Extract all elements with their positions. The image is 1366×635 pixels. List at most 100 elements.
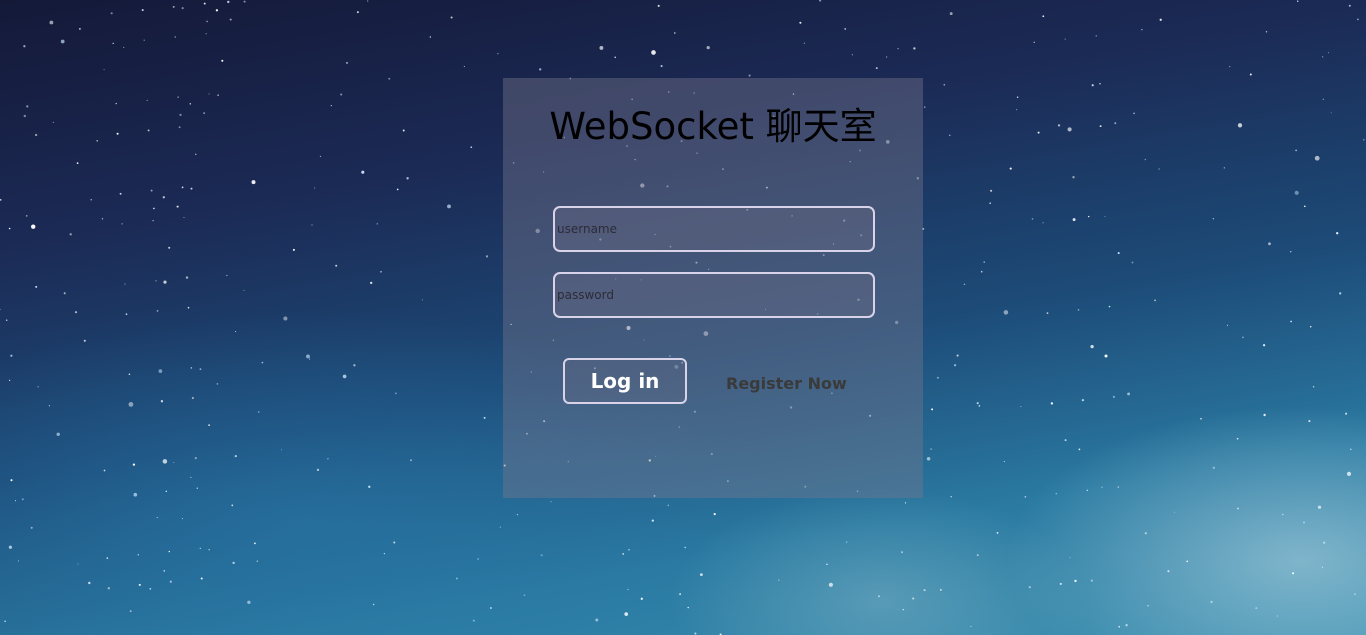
username-input[interactable] bbox=[553, 206, 875, 252]
star bbox=[361, 170, 365, 174]
star bbox=[395, 392, 397, 395]
star bbox=[340, 93, 343, 96]
star bbox=[169, 580, 172, 583]
star bbox=[1357, 18, 1359, 21]
star bbox=[1131, 261, 1134, 264]
star bbox=[1173, 511, 1175, 513]
star bbox=[1303, 521, 1305, 524]
star bbox=[393, 541, 396, 544]
login-button[interactable]: Log in bbox=[563, 358, 687, 404]
star bbox=[168, 246, 171, 249]
star bbox=[48, 405, 51, 407]
star bbox=[31, 224, 36, 229]
star bbox=[931, 408, 934, 411]
star bbox=[1104, 354, 1108, 358]
star bbox=[447, 204, 451, 209]
star bbox=[1077, 309, 1080, 311]
star bbox=[1363, 138, 1365, 141]
star bbox=[150, 189, 153, 192]
star bbox=[694, 632, 697, 635]
star bbox=[1016, 96, 1019, 99]
star bbox=[1314, 155, 1320, 161]
star bbox=[1268, 242, 1271, 246]
star bbox=[316, 468, 320, 472]
star bbox=[155, 280, 157, 282]
star bbox=[1265, 31, 1268, 33]
star bbox=[156, 517, 158, 519]
star bbox=[1067, 127, 1072, 132]
star bbox=[989, 202, 992, 205]
star bbox=[1290, 320, 1292, 323]
star bbox=[489, 607, 492, 609]
star bbox=[1346, 471, 1352, 476]
star bbox=[96, 139, 99, 142]
star bbox=[1317, 505, 1322, 509]
star bbox=[1091, 84, 1094, 87]
star bbox=[483, 416, 486, 419]
star bbox=[1212, 466, 1215, 469]
star bbox=[116, 132, 119, 135]
star bbox=[152, 220, 154, 222]
star bbox=[913, 47, 916, 50]
star bbox=[178, 126, 181, 129]
star bbox=[0, 199, 2, 201]
star bbox=[208, 424, 210, 426]
star bbox=[1114, 122, 1117, 125]
star bbox=[194, 457, 197, 460]
star bbox=[1059, 582, 1062, 585]
star bbox=[174, 36, 176, 38]
star bbox=[342, 374, 347, 379]
star bbox=[35, 285, 38, 288]
star bbox=[477, 558, 479, 560]
star bbox=[845, 541, 848, 543]
register-link[interactable]: Register Now bbox=[726, 374, 847, 393]
star bbox=[8, 545, 13, 549]
star bbox=[1345, 412, 1348, 415]
star bbox=[283, 316, 288, 321]
star bbox=[69, 233, 72, 236]
star bbox=[1118, 625, 1120, 628]
star bbox=[885, 56, 888, 58]
password-input[interactable] bbox=[553, 272, 875, 318]
star bbox=[124, 283, 126, 285]
star bbox=[1295, 149, 1297, 152]
star bbox=[897, 47, 899, 50]
star bbox=[1330, 112, 1332, 114]
star bbox=[195, 153, 197, 155]
star bbox=[1262, 344, 1266, 347]
star bbox=[1081, 398, 1085, 402]
star bbox=[4, 620, 6, 622]
star bbox=[983, 261, 985, 263]
star bbox=[1294, 190, 1299, 195]
star bbox=[26, 105, 29, 108]
star bbox=[1127, 392, 1131, 396]
star bbox=[949, 134, 951, 137]
star bbox=[1237, 123, 1243, 128]
star bbox=[101, 218, 104, 220]
star bbox=[146, 99, 148, 102]
star bbox=[1147, 604, 1149, 607]
star bbox=[121, 223, 123, 225]
star bbox=[1308, 420, 1311, 423]
star bbox=[226, 275, 228, 277]
star bbox=[595, 618, 599, 622]
star bbox=[1303, 205, 1306, 208]
star bbox=[799, 21, 802, 24]
star bbox=[1024, 495, 1027, 498]
star bbox=[450, 16, 453, 19]
star bbox=[943, 83, 946, 86]
star bbox=[1072, 218, 1076, 222]
star bbox=[1086, 489, 1089, 492]
star bbox=[1009, 167, 1012, 170]
star bbox=[173, 462, 175, 464]
star bbox=[232, 561, 235, 565]
star bbox=[628, 548, 630, 551]
star bbox=[190, 187, 193, 190]
star bbox=[125, 313, 128, 316]
star bbox=[406, 177, 409, 180]
star bbox=[376, 223, 378, 225]
star bbox=[1064, 38, 1066, 40]
star bbox=[119, 192, 122, 195]
star bbox=[56, 432, 60, 436]
star bbox=[1112, 395, 1115, 398]
